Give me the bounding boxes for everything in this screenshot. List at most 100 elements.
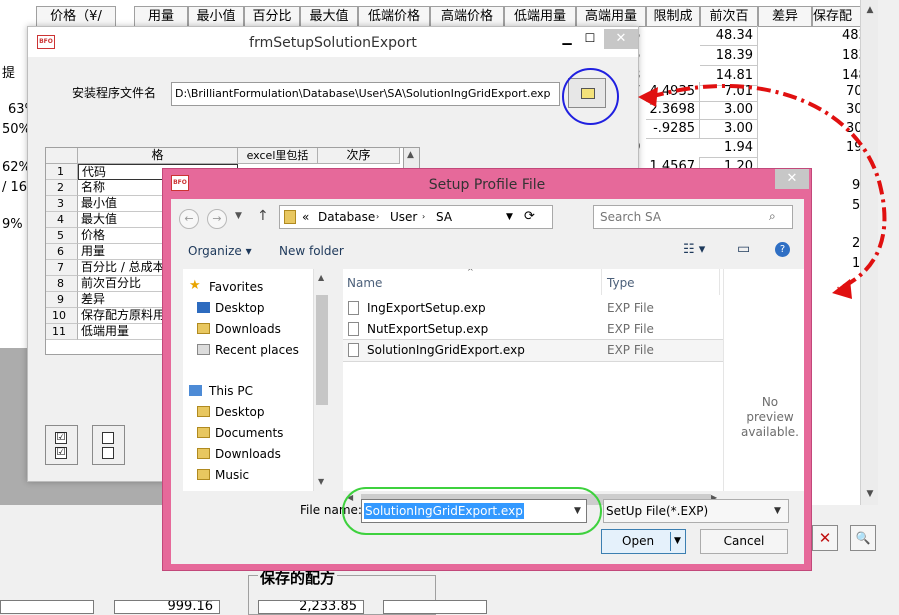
scroll-up-icon[interactable]: ▲	[862, 2, 878, 18]
nav-item-recent-places[interactable]: Recent places	[183, 340, 313, 360]
row-number: 1	[46, 164, 78, 180]
col-header[interactable]: 最小值	[188, 6, 244, 27]
grid-cell: 18.39	[700, 46, 758, 66]
file-row-selected[interactable]: SolutionIngGridExport.exp EXP File	[343, 339, 723, 362]
chevron-down-icon[interactable]: ▼	[674, 530, 681, 553]
chevron-right-icon[interactable]: ›	[376, 206, 379, 228]
maximize-icon[interactable]: ☐	[580, 31, 600, 51]
check-all-button[interactable]: ☑ ☑	[45, 425, 78, 465]
navigation-row: ← → ▼ ↑ « Database › User › SA ▼ ⟳ Searc…	[171, 199, 804, 237]
close-icon[interactable]: ✕	[604, 29, 638, 49]
col-header[interactable]: 价格（¥/	[36, 6, 116, 27]
file-icon	[348, 301, 359, 315]
col-header[interactable]: 用量	[134, 6, 188, 27]
grid-cell: 提	[2, 66, 16, 81]
nav-item-this-pc[interactable]: This PC	[183, 381, 313, 401]
file-icon	[348, 322, 359, 336]
column-header-type[interactable]: Type	[607, 273, 635, 293]
preview-pane-icon[interactable]: ▭	[737, 241, 750, 257]
chevron-down-icon[interactable]: ▼	[774, 500, 781, 522]
breadcrumb-sa[interactable]: SA	[436, 206, 452, 228]
grid-header[interactable]: excel里包括	[238, 148, 318, 164]
uncheck-all-button[interactable]	[92, 425, 125, 465]
col-header[interactable]: 低端价格	[358, 6, 430, 27]
scroll-down-icon[interactable]: ▼	[862, 486, 878, 502]
scroll-down-icon[interactable]: ▼	[318, 477, 324, 486]
col-header[interactable]: 限制成	[646, 6, 700, 27]
scroll-up-icon[interactable]: ▲	[318, 273, 324, 282]
setup-file-path-input[interactable]: D:\BrilliantFormulation\Database\User\SA…	[171, 82, 560, 106]
help-icon[interactable]: ?	[775, 242, 790, 257]
preview-pane: No preview available.	[723, 269, 804, 491]
cancel-button[interactable]: Cancel	[700, 529, 788, 554]
nav-scrollbar[interactable]: ▲ ▼	[313, 269, 329, 491]
column-separator[interactable]	[719, 269, 720, 295]
title-bar[interactable]: BFO frmSetupSolutionExport ▁ ☐ ✕	[28, 27, 638, 57]
new-folder-button[interactable]: New folder	[279, 244, 344, 258]
close-icon[interactable]: ✕	[812, 525, 838, 551]
close-icon[interactable]: ✕	[775, 169, 809, 189]
row-number: 10	[46, 308, 78, 324]
dialog-toolbar: Organize ▾ New folder ☷ ▾ ▭ ?	[171, 237, 804, 267]
nav-item-documents[interactable]: Documents	[183, 423, 313, 443]
breadcrumb-database[interactable]: Database	[318, 206, 375, 228]
column-header-name[interactable]: Name	[347, 273, 382, 293]
col-header[interactable]: 百分比	[244, 6, 300, 27]
refresh-icon[interactable]: ⟳	[524, 206, 535, 228]
file-type: EXP File	[607, 343, 654, 357]
nav-item-desktop[interactable]: Desktop	[183, 298, 313, 318]
grid-header[interactable]: 格	[78, 148, 238, 164]
up-arrow-icon[interactable]: ↑	[257, 208, 269, 224]
col-header[interactable]: 低端用量	[504, 6, 576, 27]
nav-item-desktop-pc[interactable]: Desktop	[183, 402, 313, 422]
col-header[interactable]: 差异	[758, 6, 812, 27]
col-header[interactable]: 高端用量	[576, 6, 646, 27]
breadcrumb-user[interactable]: User	[390, 206, 417, 228]
nav-item-downloads[interactable]: Downloads	[183, 319, 313, 339]
grid-corner	[46, 148, 78, 164]
col-header[interactable]: 最大值	[300, 6, 358, 27]
nav-item-music[interactable]: Music	[183, 465, 313, 485]
open-button[interactable]: Open ▼	[601, 529, 686, 554]
scroll-thumb[interactable]	[316, 295, 328, 405]
col-header[interactable]: 高端价格	[430, 6, 504, 27]
filename-highlight-ring	[342, 487, 602, 535]
row-number: 7	[46, 260, 78, 276]
split-divider	[670, 532, 671, 551]
music-folder-icon	[197, 469, 210, 480]
file-row[interactable]: NutExportSetup.exp EXP File	[343, 319, 723, 340]
sort-indicator-icon: ^	[467, 269, 474, 276]
column-separator[interactable]	[601, 269, 602, 295]
folder-icon	[197, 448, 210, 459]
forward-arrow-icon[interactable]: →	[207, 209, 227, 229]
checkbox-icon: ☑	[55, 432, 67, 444]
address-bar[interactable]: « Database › User › SA ▼ ⟳	[279, 205, 553, 229]
search-input[interactable]: Search SA	[593, 205, 793, 229]
chevron-right-icon[interactable]: ›	[422, 206, 425, 228]
back-arrow-icon[interactable]: ←	[179, 209, 199, 229]
scroll-up-icon[interactable]: ▲	[407, 150, 414, 160]
file-type-select[interactable]: SetUp File(*.EXP) ▼	[603, 499, 789, 523]
file-type: EXP File	[607, 301, 654, 315]
col-header[interactable]: 保存配	[812, 6, 862, 27]
file-row[interactable]: IngExportSetup.exp EXP File	[343, 298, 723, 319]
view-options-icon[interactable]: ☷ ▾	[683, 242, 705, 257]
search-icon[interactable]: ⌕	[769, 209, 776, 224]
organize-menu[interactable]: Organize ▾	[188, 244, 252, 258]
minimize-icon[interactable]: ▁	[556, 31, 578, 51]
file-type-value: SetUp File(*.EXP)	[606, 504, 709, 518]
dialog-title-bar[interactable]: BFO Setup Profile File ✕	[163, 169, 811, 199]
nav-item-favorites[interactable]: ★ Favorites	[183, 277, 313, 297]
nav-item-label: Downloads	[215, 447, 281, 461]
row-number: 8	[46, 276, 78, 292]
nav-item-downloads-pc[interactable]: Downloads	[183, 444, 313, 464]
desktop-icon	[197, 302, 210, 313]
search-icon[interactable]: 🔍	[850, 525, 876, 551]
row-number: 11	[46, 324, 78, 340]
col-header[interactable]: 前次百	[700, 6, 758, 27]
grid-header[interactable]: 次序	[318, 148, 400, 164]
breadcrumb-overflow[interactable]: «	[302, 206, 309, 228]
recent-locations-icon[interactable]: ▼	[235, 211, 242, 221]
chevron-down-icon[interactable]: ▼	[506, 206, 513, 228]
arrowhead-left-icon	[638, 87, 658, 107]
